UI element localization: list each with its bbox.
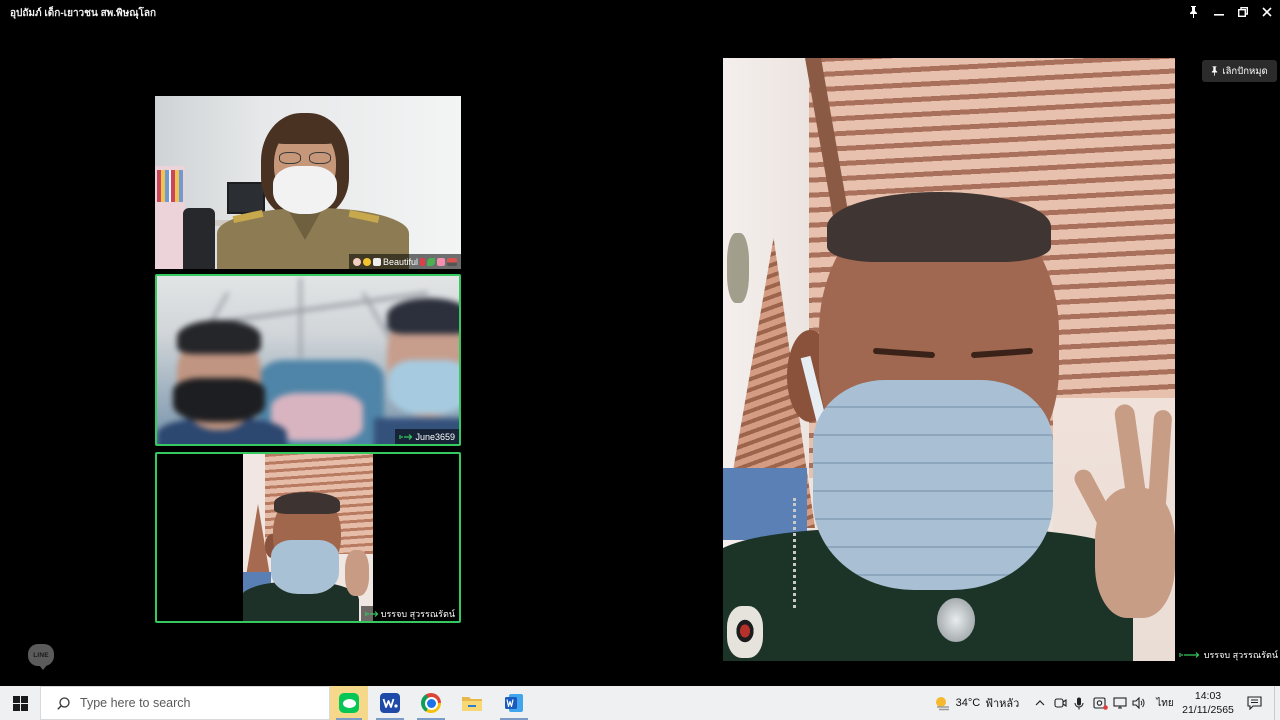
portrait-video — [243, 454, 373, 621]
victory-hand-emoji — [352, 257, 361, 266]
show-desktop-button[interactable] — [1274, 686, 1275, 720]
plant — [727, 233, 749, 303]
roof-beam — [299, 278, 302, 358]
unpin-label: เลิกปักหมุด — [1222, 65, 1268, 77]
taskbar-blue-app[interactable] — [370, 686, 410, 720]
necklace-chain — [793, 498, 803, 608]
restore-button[interactable] — [1233, 4, 1253, 20]
red-ribbon-emoji — [420, 257, 425, 266]
pin-window-button[interactable] — [1183, 4, 1203, 20]
close-icon — [1262, 7, 1272, 17]
speaker-icon — [1132, 697, 1145, 709]
chevron-up-icon — [1035, 700, 1045, 706]
face-emoji — [362, 257, 371, 266]
hair — [827, 192, 1051, 262]
weather-widget[interactable]: 34°C ฟ้าหลัว — [926, 686, 1026, 720]
speaking-indicator-icon — [1179, 651, 1200, 658]
microphone-button[interactable] — [1071, 686, 1087, 720]
microphone-icon — [1074, 697, 1084, 709]
person-right-hair — [387, 298, 459, 334]
chrome-icon — [421, 693, 441, 713]
participant-name: June3659 — [415, 431, 455, 442]
clock[interactable]: 14:03 21/11/2565 — [1180, 686, 1236, 720]
participant-label: บรรจบ สุวรรณรัตน์ — [360, 606, 459, 621]
weather-condition: ฟ้าหลัว — [985, 698, 1020, 710]
face-mask — [813, 380, 1053, 590]
video-tile-banjob[interactable]: บรรจบ สุวรรณรัตน์ — [155, 452, 461, 623]
network-button[interactable] — [1112, 686, 1128, 720]
restore-icon — [1238, 7, 1248, 17]
network-icon — [1113, 697, 1127, 709]
word-icon — [505, 694, 523, 712]
pin-icon — [1189, 6, 1197, 18]
clock-time: 14:03 — [1194, 690, 1222, 702]
minimize-button[interactable] — [1209, 4, 1229, 20]
line-logo: LINE — [28, 644, 54, 670]
search-icon — [57, 696, 70, 710]
car-emoji — [447, 257, 457, 266]
unpin-button[interactable]: เลิกปักหมุด — [1202, 60, 1277, 82]
person-left-hair — [177, 320, 261, 354]
face-mask — [271, 540, 339, 594]
show-hidden-icons-button[interactable] — [1032, 686, 1048, 720]
taskbar-word[interactable] — [494, 686, 534, 720]
notification-center-icon — [1246, 696, 1262, 710]
green-leaf-emoji — [427, 257, 435, 266]
office-chair — [183, 208, 215, 269]
search-placeholder: Type here to search — [80, 696, 191, 710]
webcam-button[interactable] — [1091, 686, 1109, 720]
hair — [274, 492, 340, 514]
hand — [345, 550, 369, 596]
computer-monitor — [227, 182, 265, 214]
speaking-indicator-icon — [399, 433, 413, 440]
blurred-video — [157, 276, 459, 444]
taskbar-chrome[interactable] — [411, 686, 451, 720]
taskbar-line-app[interactable] — [330, 686, 368, 720]
windows-logo-icon — [12, 695, 28, 711]
hazy-sun-icon — [935, 697, 949, 711]
meet-now-button[interactable] — [1052, 686, 1068, 720]
pink-gift-emoji — [437, 257, 445, 266]
pendant — [937, 598, 975, 642]
participant-name: บรรจบ สุวรรณรัตน์ — [1203, 649, 1278, 660]
video-tile-beautiful[interactable]: Beautiful — [155, 96, 461, 269]
file-explorer-icon — [462, 697, 482, 711]
clock-date: 21/11/2565 — [1182, 704, 1234, 716]
webcam-icon — [1092, 696, 1108, 710]
main-video-label: บรรจบ สุวรรณรัตน์ — [1174, 648, 1278, 661]
window-title: อุปถัมภ์ เด็ก-เยาวชน สพ.พิษณุโลก — [10, 8, 157, 19]
participant-label: Beautiful — [348, 254, 461, 269]
participant-label: June3659 — [395, 429, 459, 444]
glasses-right-lens — [309, 152, 331, 164]
white-square-emoji — [372, 257, 381, 266]
taskbar-file-explorer[interactable] — [452, 686, 492, 720]
taskbar: Type here to search 34°C ฟ้าหลัว ไทย 14:… — [0, 686, 1280, 720]
blue-app-icon — [380, 693, 400, 713]
input-language[interactable]: ไทย — [1152, 686, 1178, 720]
hair-fringe — [271, 120, 339, 144]
close-button[interactable] — [1257, 4, 1277, 20]
start-button[interactable] — [0, 686, 40, 720]
speaking-indicator-icon — [365, 610, 379, 617]
minimize-icon — [1214, 14, 1224, 16]
person-right-mask — [389, 360, 459, 414]
line-app-icon — [339, 693, 359, 713]
title-bar: อุปถัมภ์ เด็ก-เยาวชน สพ.พิษณุโลก — [0, 0, 1280, 24]
glasses-left-lens — [279, 152, 301, 164]
shirt-logo — [735, 618, 755, 644]
binders — [157, 170, 183, 202]
volume-button[interactable] — [1131, 686, 1147, 720]
meet-now-icon — [1053, 698, 1067, 708]
notification-center-button[interactable] — [1242, 686, 1266, 720]
participant-name: บรรจบ สุวรรณรัตน์ — [380, 608, 455, 619]
participant-name: Beautiful — [382, 256, 418, 267]
face-mask — [273, 166, 337, 214]
person-left-mask — [173, 378, 265, 422]
video-tile-june3659[interactable]: June3659 — [155, 274, 461, 446]
main-video[interactable] — [723, 58, 1175, 661]
pin-icon — [1212, 66, 1218, 76]
weather-temperature: 34°C — [955, 697, 981, 709]
search-box[interactable]: Type here to search — [40, 686, 330, 720]
